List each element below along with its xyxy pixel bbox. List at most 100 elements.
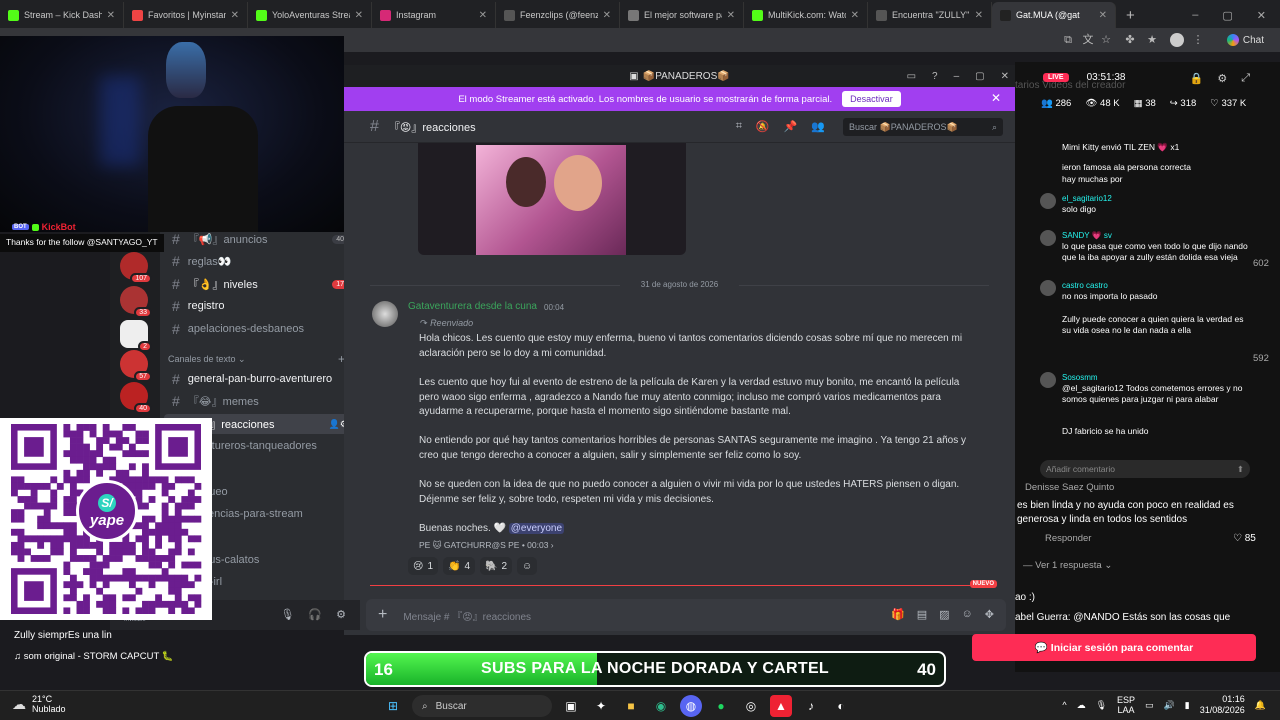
browser-tab[interactable]: MultiKick.com: Watch M ✕	[744, 2, 868, 28]
forward-source[interactable]: PE 🐱 GATCHURR@S PE • 00:03 ›	[419, 540, 554, 551]
tiktok-icon[interactable]: ♪	[800, 695, 822, 717]
taskbar-search[interactable]: ⌕ Buscar	[412, 695, 552, 717]
tray-chevron-icon[interactable]: ^	[1062, 700, 1066, 710]
server-icon[interactable]: 57	[120, 350, 152, 382]
clock[interactable]: 01:16 31/08/2026	[1200, 694, 1245, 716]
folder-icon[interactable]: ■	[620, 695, 642, 717]
emoji-icon[interactable]: ☺	[962, 608, 973, 621]
inbox-icon[interactable]: ▭	[907, 71, 916, 82]
image-attachment[interactable]	[418, 143, 686, 255]
help-icon[interactable]: ?	[932, 71, 938, 82]
avatar[interactable]	[372, 301, 398, 327]
minimize-icon[interactable]: –	[1192, 9, 1198, 21]
maximize-icon[interactable]: ▢	[975, 71, 984, 82]
task-view-icon[interactable]: ▣	[560, 695, 582, 717]
avatar[interactable]	[1040, 372, 1056, 388]
send-icon[interactable]: ⬆	[1237, 464, 1244, 475]
message-area[interactable]: 31 de agosto de 2026 Gataventurera desde…	[344, 143, 1015, 595]
edge-icon[interactable]: ◉	[650, 695, 672, 717]
comment-username[interactable]: Sososmm	[1062, 372, 1248, 383]
comment-username[interactable]: el_sagitario12	[1062, 193, 1248, 204]
login-to-comment-button[interactable]: 💬 Iniciar sesión para comentar	[972, 634, 1256, 661]
mic-tray-icon[interactable]: 🎙	[1096, 700, 1107, 711]
star-icon[interactable]: ☆	[1100, 34, 1112, 46]
channel-item[interactable]: # general-pan-burro-aventurero	[164, 369, 354, 389]
comment-username[interactable]: castro castro	[1062, 280, 1248, 291]
browser-tab[interactable]: Encuentra "ZULLY" en TikTok ✕	[868, 2, 992, 28]
disable-streamer-button[interactable]: Desactivar	[842, 91, 901, 107]
browser-tab[interactable]: YoloAventuras Stream ✕	[248, 2, 372, 28]
obs-icon[interactable]: ◐	[830, 695, 852, 717]
tab-close-icon[interactable]: ✕	[603, 10, 611, 21]
avatar[interactable]	[1040, 193, 1056, 209]
category-text-channels[interactable]: Canales de texto ⌄	[168, 354, 246, 365]
gift-icon[interactable]: 🎁	[891, 608, 905, 621]
cloud-tray-icon[interactable]: ☁	[1077, 700, 1086, 711]
tab-close-icon[interactable]: ✕	[1099, 10, 1107, 21]
language-indicator[interactable]: ESP LAA	[1117, 695, 1135, 715]
reaction-pill[interactable]: 👏 4	[443, 557, 476, 575]
close-icon[interactable]: ✕	[1257, 9, 1266, 22]
spotify-icon[interactable]: ●	[710, 695, 732, 717]
chat-button[interactable]: Chat	[1221, 31, 1270, 49]
reaction-pill[interactable]: 😢 1	[408, 557, 438, 575]
threads-icon[interactable]: ⌗	[736, 120, 742, 133]
channel-item[interactable]: # reglas👀	[164, 251, 354, 271]
server-icon[interactable]: 107	[120, 252, 152, 284]
bookmarks-icon[interactable]: ★	[1146, 34, 1158, 46]
banner-close-icon[interactable]: ✕	[991, 91, 1001, 105]
headphones-icon[interactable]: 🎧	[308, 608, 322, 621]
minimize-icon[interactable]: –	[954, 71, 960, 82]
comment-username[interactable]: SANDY 💗 sv	[1062, 230, 1248, 241]
settings-icon[interactable]: ⚙	[1217, 72, 1227, 85]
menu-icon[interactable]: ⋮	[1192, 34, 1204, 46]
browser-tab[interactable]: Stream – Kick Dashboard ✕	[0, 2, 124, 28]
mention-everyone[interactable]: @everyone	[508, 523, 565, 534]
tab-close-icon[interactable]: ✕	[479, 10, 487, 21]
browser-tab[interactable]: Gat.MUA (@gat ✕	[992, 2, 1116, 28]
sticker-icon[interactable]: ▨	[939, 608, 949, 621]
tab-close-icon[interactable]: ✕	[727, 10, 735, 21]
network-icon[interactable]: ▭	[1145, 700, 1154, 711]
translate-icon[interactable]: 文	[1082, 34, 1094, 46]
mute-icon[interactable]: 🔕	[756, 120, 770, 133]
reply-link[interactable]: Responder	[1045, 533, 1091, 544]
browser-tab[interactable]: Favoritos | Myinstants ✕	[124, 2, 248, 28]
tab-close-icon[interactable]: ✕	[975, 10, 983, 21]
tab-close-icon[interactable]: ✕	[851, 10, 859, 21]
notifications-icon[interactable]: 🔔	[1255, 700, 1266, 711]
tab-close-icon[interactable]: ✕	[355, 10, 363, 21]
lock-icon[interactable]: 🔒	[1190, 72, 1204, 85]
search-input[interactable]: Buscar 📦PANADEROS📦 ⌕	[843, 118, 1003, 136]
new-tab-button[interactable]: +	[1116, 2, 1145, 28]
maximize-icon[interactable]: ▢	[1222, 9, 1232, 22]
server-icon[interactable]: 33	[120, 286, 152, 318]
channel-item[interactable]: # 『👌』niveles 17	[164, 274, 354, 294]
battery-icon[interactable]: ▮	[1185, 700, 1190, 711]
settings-icon[interactable]: ⚙	[336, 608, 346, 621]
channel-item[interactable]: # 『📢』anuncios 40	[164, 229, 354, 249]
pin-icon[interactable]: 📌	[784, 120, 798, 133]
message-author[interactable]: Gataventurera desde la cuna	[408, 301, 537, 312]
microphone-icon[interactable]: 🎙	[280, 608, 294, 621]
start-icon[interactable]: ⊞	[382, 695, 404, 717]
avatar[interactable]	[1040, 230, 1056, 246]
comment-input[interactable]: Añadir comentario ⬆	[1040, 460, 1250, 478]
expand-icon[interactable]: ⤢	[1241, 72, 1250, 85]
avatar[interactable]	[1040, 280, 1056, 296]
comment-likes[interactable]: ♡ 85	[1233, 533, 1256, 544]
server-icon[interactable]: 40	[120, 382, 152, 414]
profile-avatar[interactable]	[1170, 33, 1184, 47]
capcut-icon[interactable]: ▲	[770, 695, 792, 717]
message-input[interactable]: + Mensaje # 『😡』reacciones 🎁 ▤ ▨ ☺ ✥	[366, 599, 1006, 631]
install-icon[interactable]: ⧉	[1062, 34, 1074, 46]
extension-icon[interactable]: ✤	[1124, 34, 1136, 46]
attach-icon[interactable]: +	[378, 606, 387, 624]
tab-close-icon[interactable]: ✕	[231, 10, 239, 21]
members-icon[interactable]: 👥	[811, 120, 825, 133]
reaction-pill[interactable]: ☺	[517, 557, 538, 575]
server-icon[interactable]: 2	[120, 320, 152, 352]
channel-item[interactable]: # registro	[164, 296, 354, 316]
close-icon[interactable]: ✕	[1001, 71, 1009, 82]
apps-icon[interactable]: ✥	[985, 608, 994, 621]
